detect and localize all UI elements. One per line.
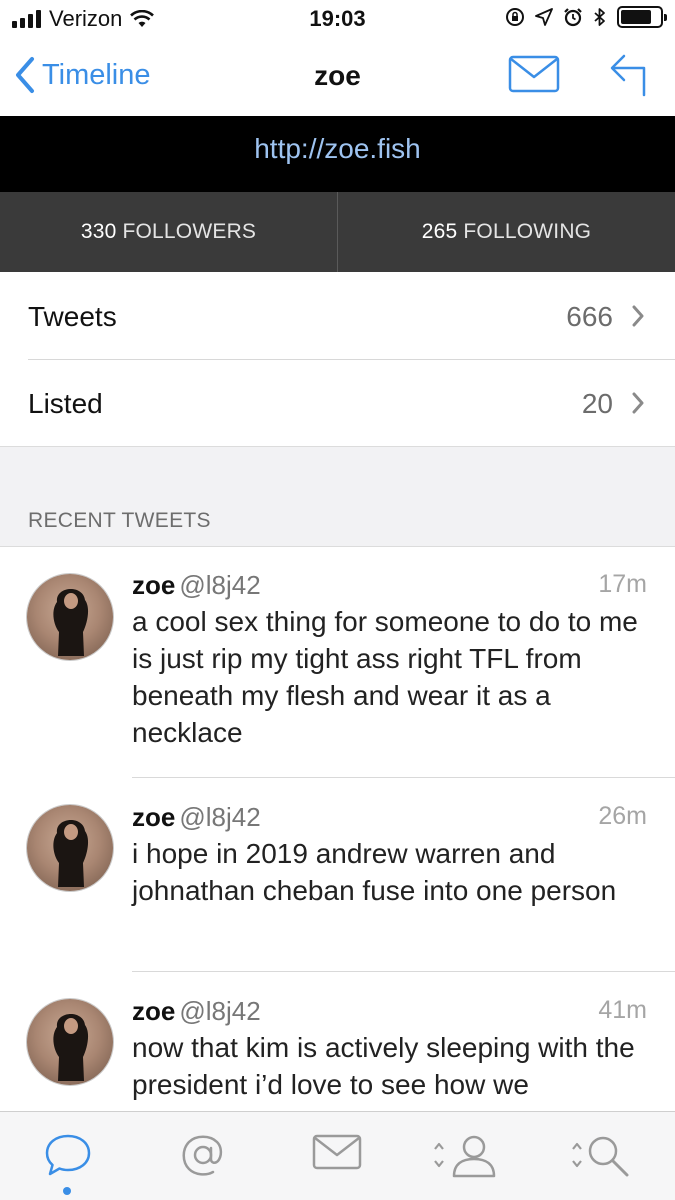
tweet-author-name: zoe	[132, 570, 176, 600]
active-tab-indicator	[63, 1187, 71, 1195]
tweet-header: zoe @l8j42 41m	[132, 996, 647, 1027]
tweet-timestamp: 41m	[598, 996, 647, 1024]
tweet-item[interactable]: zoe @l8j42 17m a cool sex thing for someo…	[0, 548, 675, 778]
followers-button[interactable]: 330 FOLLOWERS	[0, 192, 337, 272]
tweet-author-handle: @l8j42	[179, 996, 261, 1026]
messages-icon[interactable]	[312, 1132, 362, 1172]
profile-url-link[interactable]: http://zoe.fish	[0, 116, 675, 192]
tweet-author-handle: @l8j42	[179, 570, 261, 600]
status-bar: Verizon 19:03	[0, 0, 675, 38]
battery-icon	[617, 6, 667, 28]
timeline-icon[interactable]	[44, 1132, 92, 1178]
tweet-text: a cool sex thing for someone to do to me…	[132, 606, 638, 748]
page-title: zoe	[314, 60, 361, 91]
chevron-right-icon	[632, 305, 644, 327]
orientation-lock-icon	[506, 8, 524, 26]
tweets-row-label: Tweets	[28, 301, 117, 332]
mentions-icon[interactable]	[180, 1132, 226, 1178]
profile-icon[interactable]	[432, 1132, 498, 1178]
avatar[interactable]	[26, 573, 114, 661]
listed-row-label: Listed	[28, 388, 103, 419]
message-button[interactable]	[508, 54, 560, 94]
following-count: 265	[421, 220, 458, 243]
followers-count: 330	[80, 220, 117, 243]
listed-row[interactable]: Listed 20	[0, 360, 675, 446]
tweet-text: now that kim is actively sleeping with t…	[132, 1032, 635, 1100]
following-button[interactable]: 265 FOLLOWING	[337, 192, 675, 272]
tweet-item[interactable]: zoe @l8j42 41m now that kim is actively s…	[0, 972, 675, 1111]
followers-label: FOLLOWERS	[122, 220, 257, 243]
avatar[interactable]	[26, 998, 114, 1086]
follow-stats: 330 FOLLOWERS 265 FOLLOWING	[0, 192, 675, 272]
status-right	[505, 6, 667, 28]
tweet-author-name: zoe	[132, 996, 176, 1026]
tweet-author-name: zoe	[132, 802, 176, 832]
tweet-item[interactable]: zoe @l8j42 26m i hope in 2019 andrew warr…	[0, 778, 675, 971]
tweets-row-count: 666	[566, 301, 613, 332]
alarm-icon	[564, 8, 582, 27]
tweet-header: zoe @l8j42 17m	[132, 570, 647, 601]
tweet-header: zoe @l8j42 26m	[132, 802, 647, 833]
section-title: RECENT TWEETS	[28, 509, 211, 532]
bluetooth-icon	[594, 8, 605, 26]
tweet-text: i hope in 2019 andrew warren and johnath…	[132, 838, 617, 906]
chevron-right-icon	[632, 392, 644, 414]
tab-bar	[0, 1111, 675, 1200]
tweet-timestamp: 26m	[598, 802, 647, 830]
recent-tweets-header: RECENT TWEETS	[0, 446, 675, 547]
tweets-row[interactable]: Tweets 666	[0, 273, 675, 359]
tweet-timestamp: 17m	[598, 570, 647, 598]
search-icon[interactable]	[570, 1132, 632, 1180]
location-icon	[535, 8, 553, 26]
following-label: FOLLOWING	[463, 220, 592, 243]
tweet-author-handle: @l8j42	[179, 802, 261, 832]
avatar[interactable]	[26, 804, 114, 892]
listed-row-count: 20	[581, 388, 613, 419]
reply-button[interactable]	[608, 52, 650, 98]
nav-bar: Timeline zoe	[0, 38, 675, 116]
